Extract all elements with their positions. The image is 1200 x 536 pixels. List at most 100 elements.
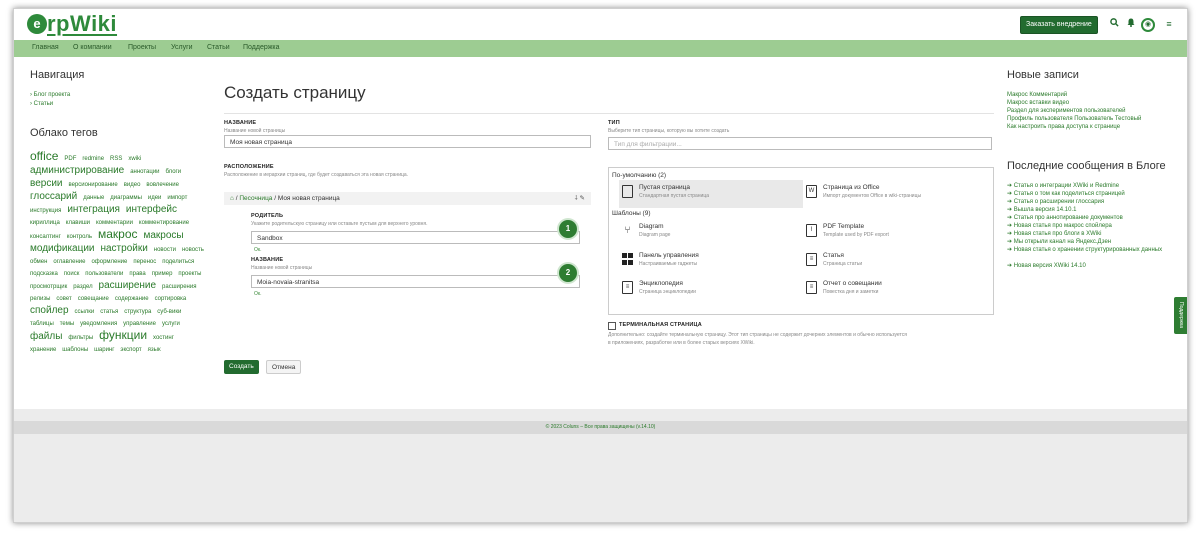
tag-link[interactable]: интеграция: [67, 204, 120, 215]
blog-post-link[interactable]: ➔ Новая статья о хранении структурирован…: [1007, 247, 1169, 254]
type-tile-office[interactable]: W Страница из Office Импорт документов O…: [803, 180, 987, 208]
tag-link[interactable]: файлы: [30, 331, 62, 342]
tag-link[interactable]: подсказка: [30, 271, 58, 277]
menu-item-projects[interactable]: Проекты: [128, 44, 156, 51]
tag-link[interactable]: office: [30, 149, 58, 163]
type-tile-encyclopedia[interactable]: ≡ Энциклопедия Страница энциклопедии: [619, 276, 803, 304]
blog-post-link[interactable]: ➔ Статья про аннотирование документов: [1007, 215, 1169, 222]
menu-item-services[interactable]: Услуги: [171, 44, 193, 51]
tag-link[interactable]: содержание: [115, 296, 149, 302]
tag-link[interactable]: сортировка: [155, 296, 187, 302]
tag-link[interactable]: оглавление: [53, 259, 85, 265]
bell-icon[interactable]: [1124, 17, 1138, 31]
tag-link[interactable]: уведомления: [80, 321, 117, 327]
edit-pencil-icon[interactable]: ✎: [580, 195, 585, 202]
tag-link[interactable]: управление: [123, 321, 156, 327]
tag-link[interactable]: права: [129, 271, 145, 277]
tag-link[interactable]: аннотации: [130, 169, 159, 175]
tag-link[interactable]: версии: [30, 178, 63, 189]
tag-link[interactable]: комментирование: [139, 220, 189, 226]
type-tile-diagram[interactable]: ⑂ Diagram Diagram page: [619, 219, 803, 247]
tag-link[interactable]: макросы: [143, 230, 183, 241]
tag-link[interactable]: хранение: [30, 347, 56, 353]
tag-link[interactable]: новость: [182, 247, 204, 253]
blog-post-link[interactable]: ➔ Вышла версия 14.10.1: [1007, 207, 1169, 214]
tag-link[interactable]: обмен: [30, 259, 47, 265]
tag-link[interactable]: перенос: [133, 259, 156, 265]
tag-link[interactable]: импорт: [167, 195, 187, 201]
menu-item-about[interactable]: О компании: [73, 44, 112, 51]
type-tile-meeting[interactable]: ≡ Отчет о совещании Повестка дня и замет…: [803, 276, 987, 304]
type-filter-input[interactable]: Тип для фильтрации...: [608, 137, 992, 150]
blog-post-link[interactable]: ➔ Мы открыли канал на Яндекс.Дзен: [1007, 239, 1169, 246]
tag-link[interactable]: данные: [83, 195, 104, 201]
recent-link[interactable]: Макрос вставки видео: [1007, 100, 1069, 106]
type-tile-dashboard[interactable]: Панель управления Настраиваемые гаджеты: [619, 248, 803, 276]
tag-link[interactable]: оформление: [91, 259, 127, 265]
blog-post-link[interactable]: ➔ Статья о интеграции XWiki и Redmine: [1007, 183, 1169, 190]
menu-item-articles[interactable]: Статьи: [207, 44, 230, 51]
menu-item-support[interactable]: Поддержка: [243, 44, 280, 51]
logo[interactable]: e rpWiki: [27, 13, 117, 35]
menu-icon[interactable]: ≡: [1162, 17, 1176, 31]
type-tile-article[interactable]: ≡ Статья Страница статьи: [803, 248, 987, 276]
tag-link[interactable]: комментарии: [96, 220, 133, 226]
tag-link[interactable]: инструкция: [30, 208, 61, 214]
tag-link[interactable]: фильтры: [68, 335, 93, 341]
tag-link[interactable]: вовлечение: [146, 182, 179, 188]
tag-link[interactable]: настройки: [100, 243, 147, 254]
order-implementation-button[interactable]: Заказать внедрение: [1020, 16, 1098, 34]
tag-link[interactable]: диаграммы: [110, 195, 142, 201]
tag-link[interactable]: PDF: [64, 156, 76, 162]
tag-link[interactable]: релизы: [30, 296, 50, 302]
tag-link[interactable]: новости: [154, 247, 176, 253]
support-feedback-tab[interactable]: Поддержка: [1174, 297, 1187, 334]
tag-link[interactable]: услуги: [162, 321, 180, 327]
nav-item-articles[interactable]: › Статьи: [30, 101, 53, 107]
recent-link[interactable]: Раздел для экспериментов пользователей: [1007, 108, 1126, 114]
recent-link[interactable]: Профиль пользователя Пользователь Тестов…: [1007, 116, 1141, 122]
tag-link[interactable]: функции: [99, 328, 147, 342]
blog-post-link[interactable]: ➔ Статья о том как поделиться страницей: [1007, 191, 1169, 198]
tag-link[interactable]: глоссарий: [30, 191, 77, 202]
tag-link[interactable]: поиск: [64, 271, 80, 277]
tag-link[interactable]: просмотрщик: [30, 284, 67, 290]
tag-link[interactable]: расширение: [99, 280, 157, 291]
tag-link[interactable]: проекты: [178, 271, 201, 277]
tag-link[interactable]: шаблоны: [62, 347, 88, 353]
tag-link[interactable]: xwiki: [128, 156, 141, 162]
tag-link[interactable]: redmine: [82, 156, 104, 162]
tag-link[interactable]: контроль: [67, 234, 92, 240]
type-tile-pdf[interactable]: ⌇ PDF Template Template used by PDF expo…: [803, 219, 987, 247]
tag-link[interactable]: макрос: [98, 227, 138, 241]
hierarchy-icon[interactable]: ⸸: [575, 195, 578, 202]
nav-item-blog[interactable]: › Блог проекта: [30, 92, 70, 98]
tag-link[interactable]: расширения: [162, 284, 196, 290]
parent-input[interactable]: Sandbox: [251, 231, 580, 244]
page-slug-input[interactable]: Moia-novaia-stranitsa: [251, 275, 580, 288]
tag-link[interactable]: совещание: [78, 296, 109, 302]
search-icon[interactable]: [1107, 17, 1121, 31]
terminal-page-checkbox[interactable]: [608, 322, 616, 330]
blog-post-link[interactable]: ➔ Новая версия XWiki 14.10: [1007, 263, 1169, 270]
globe-icon[interactable]: ◉: [1141, 18, 1155, 32]
page-name-input[interactable]: Моя новая страница: [224, 135, 591, 148]
blog-post-link[interactable]: ➔ Статья о расширении глоссария: [1007, 199, 1169, 206]
tag-link[interactable]: раздел: [73, 284, 92, 290]
tag-link[interactable]: язык: [148, 347, 161, 353]
tag-link[interactable]: статья: [100, 309, 118, 315]
menu-item-home[interactable]: Главная: [32, 44, 59, 51]
tag-link[interactable]: пример: [152, 271, 173, 277]
tag-link[interactable]: клавиши: [66, 220, 90, 226]
tag-link[interactable]: версионирование: [68, 182, 117, 188]
cancel-button[interactable]: Отмена: [266, 360, 302, 374]
tag-link[interactable]: интерфейс: [126, 204, 177, 215]
tag-link[interactable]: суб-вики: [157, 309, 181, 315]
tag-link[interactable]: спойлер: [30, 305, 69, 316]
tag-link[interactable]: кириллица: [30, 220, 60, 226]
blog-post-link[interactable]: ➔ Новая статья про макрос спойлера: [1007, 223, 1169, 230]
tag-link[interactable]: блоги: [165, 169, 181, 175]
type-tile-blank[interactable]: Пустая страница Стандартная пустая стран…: [619, 180, 803, 208]
tag-link[interactable]: модификации: [30, 243, 95, 254]
tag-link[interactable]: структура: [124, 309, 151, 315]
